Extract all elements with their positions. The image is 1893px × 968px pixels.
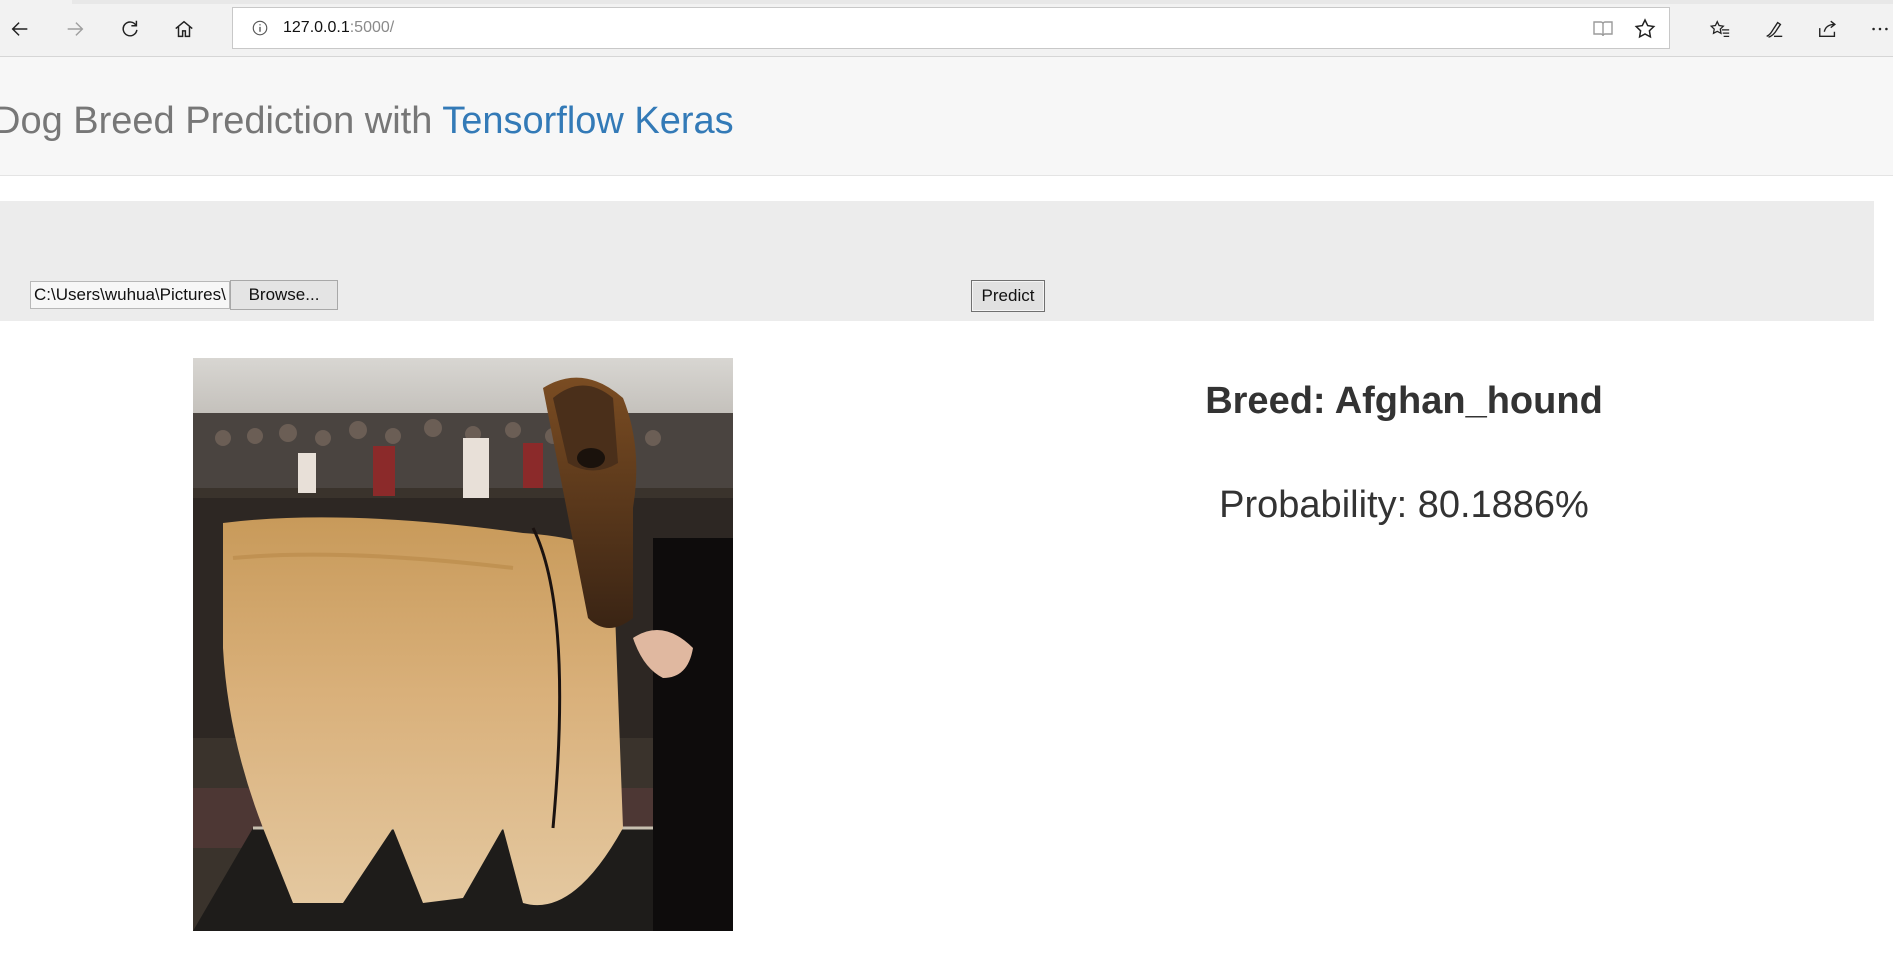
home-button[interactable] [166, 12, 202, 46]
forward-button[interactable] [57, 12, 93, 46]
predict-button[interactable]: Predict [971, 280, 1045, 312]
more-icon [1872, 27, 1888, 31]
star-icon[interactable] [1633, 17, 1657, 41]
browser-toolbar: 127.0.0.1:5000/ [0, 0, 1893, 57]
reading-view-icon[interactable] [1591, 17, 1615, 41]
forward-arrow-icon [67, 22, 84, 36]
favorites-icon [1709, 20, 1730, 37]
more-button[interactable] [1862, 12, 1893, 46]
active-tab-indicator [0, 0, 72, 4]
breed-result: Breed: Afghan_hound [1205, 380, 1603, 422]
url-path: :5000/ [349, 19, 395, 36]
page-title: Dog Breed Prediction with Tensorflow Ker… [0, 100, 734, 143]
dog-photo [193, 358, 733, 931]
file-path-input[interactable]: C:\Users\wuhua\Pictures\ [30, 281, 230, 309]
back-arrow-icon [11, 22, 28, 36]
page-header: Dog Breed Prediction with Tensorflow Ker… [0, 57, 1893, 176]
tab-strip [0, 0, 1893, 4]
share-button[interactable] [1810, 12, 1846, 46]
notes-button[interactable] [1756, 12, 1792, 46]
page-title-prefix: Dog Breed Prediction with [0, 100, 443, 142]
share-icon [1819, 20, 1836, 38]
pen-icon [1766, 21, 1783, 38]
tensorflow-keras-link[interactable]: Tensorflow Keras [442, 100, 733, 142]
refresh-button[interactable] [112, 12, 148, 46]
info-icon[interactable] [251, 19, 269, 37]
refresh-icon [122, 20, 138, 37]
url-text[interactable]: 127.0.0.1:5000/ [283, 19, 394, 37]
browse-button[interactable]: Browse... [230, 280, 338, 310]
probability-result: Probability: 80.1886% [1219, 484, 1589, 526]
url-host: 127.0.0.1 [283, 19, 350, 36]
back-button[interactable] [2, 12, 38, 46]
favorites-button[interactable] [1702, 12, 1738, 46]
address-bar[interactable]: 127.0.0.1:5000/ [232, 7, 1670, 49]
home-icon [175, 20, 193, 38]
